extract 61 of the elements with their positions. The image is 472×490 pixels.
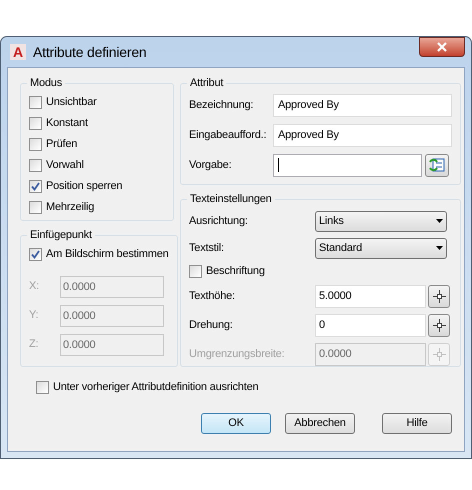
number-field[interactable]: 5.0000 <box>315 284 426 308</box>
checkbox-label: Unter vorheriger Attributdefinition ausrichten <box>53 380 258 395</box>
field-label: Vorgabe: <box>189 158 232 173</box>
dropdown[interactable]: Standard <box>315 238 447 258</box>
checkbox[interactable] <box>36 380 49 394</box>
dropdown-value: Standard <box>319 240 364 256</box>
field-label: Eingabeaufford.: <box>189 128 268 143</box>
checkbox[interactable] <box>29 96 42 109</box>
checkbox[interactable] <box>29 138 42 151</box>
crosshair-icon <box>432 290 446 302</box>
group-title: Einfügepunkt <box>29 228 93 243</box>
dropdown-value: Links <box>319 214 345 229</box>
input-field[interactable] <box>273 154 422 176</box>
checkbox[interactable] <box>29 201 42 214</box>
coordinate-label: Y: <box>29 308 40 324</box>
dropdown[interactable]: Links <box>315 210 447 232</box>
insert-field-icon <box>429 158 445 172</box>
checkbox-label: Unsichtbar <box>46 95 97 110</box>
checkbox[interactable] <box>29 180 42 193</box>
field-label: Textstil: <box>189 240 225 256</box>
checkbox-label: Beschriftung <box>206 264 265 280</box>
app-logo: A <box>10 44 26 60</box>
checkbox-label: Prüfen <box>46 137 78 152</box>
checkbox[interactable] <box>29 117 42 130</box>
checkbox-label: Position sperren <box>46 179 122 194</box>
coordinate-label: X: <box>29 279 40 294</box>
field-label: Umgrenzungsbreite: <box>189 346 286 362</box>
checkbox-label: Vorwahl <box>46 158 84 174</box>
group-title: Modus <box>29 76 64 91</box>
checkbox[interactable] <box>29 248 42 261</box>
close-icon <box>436 42 448 52</box>
checkbox-label: Am Bildschirm bestimmen <box>46 247 169 262</box>
checkbox-label: Konstant <box>46 116 88 132</box>
field-label: Drehung: <box>189 318 234 333</box>
pick-point-button[interactable] <box>428 284 450 308</box>
number-field[interactable]: 0 <box>315 314 426 336</box>
text-field[interactable]: Approved By <box>273 124 452 146</box>
window-title: Attribute definieren <box>33 42 147 62</box>
group-title: Attribut <box>189 76 224 91</box>
field-label: Bezeichnung: <box>189 98 254 113</box>
checkbox-label: Mehrzeilig <box>46 200 94 216</box>
crosshair-icon <box>432 348 446 360</box>
dialog-button[interactable]: OK <box>201 413 271 434</box>
caret-icon <box>436 219 443 223</box>
group-title: Texteinstellungen <box>189 192 273 207</box>
pick-point-button[interactable] <box>428 314 450 336</box>
dialog-button[interactable]: Hilfe <box>382 413 452 434</box>
field-label: Texthöhe: <box>189 288 236 304</box>
checkbox[interactable] <box>29 159 42 172</box>
text-field[interactable]: Approved By <box>273 94 452 116</box>
close-button[interactable] <box>419 37 465 57</box>
caret-icon <box>436 246 443 250</box>
coordinate-label: Z: <box>29 337 40 352</box>
text-cursor <box>278 158 279 172</box>
checkmark-icon <box>31 182 40 191</box>
dialog-button[interactable]: Abbrechen <box>285 413 355 434</box>
checkmark-icon <box>31 250 40 259</box>
checkbox[interactable] <box>189 265 202 278</box>
crosshair-icon <box>432 318 446 332</box>
insert-field-button[interactable] <box>425 154 449 176</box>
field-label: Ausrichtung: <box>189 214 249 229</box>
